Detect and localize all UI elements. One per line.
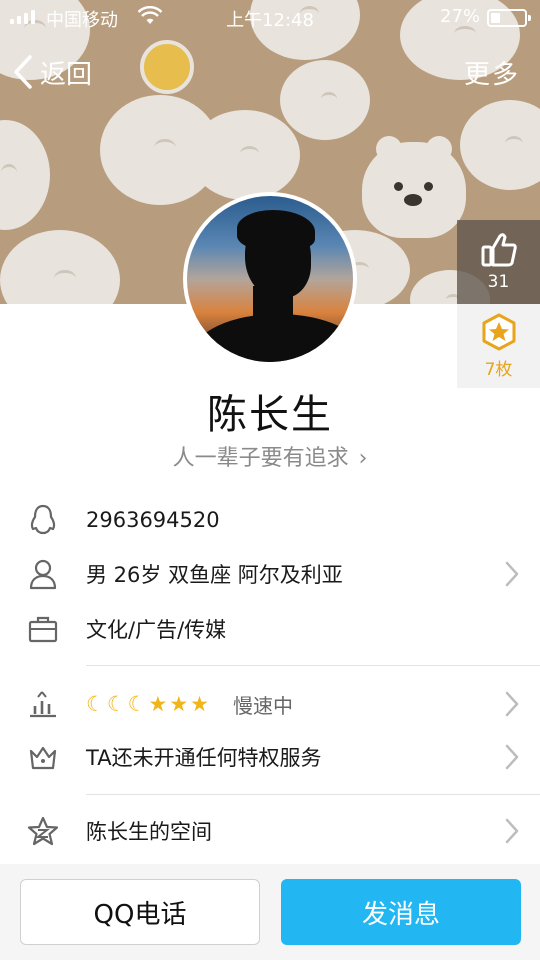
qq-call-button[interactable]: QQ电话 [20,879,260,945]
bun-decoration [0,230,120,304]
chevron-right-icon [505,818,519,844]
back-button[interactable]: 返回 [12,50,92,94]
moon-icon: ☾ [127,692,147,716]
occupation-row: 文化/广告/传媒 [0,603,540,655]
divider [86,794,540,795]
basic-info: 男 26岁 双鱼座 阿尔及利亚 [86,563,343,587]
level-row[interactable]: ☾ ☾ ☾ ★ ★ ★ 慢速中 [0,678,540,730]
privilege-row[interactable]: TA还未开通任何特权服务 [0,731,540,783]
chevron-right-icon [505,561,519,587]
gift-count: 7枚 [484,359,513,380]
battery-icon [487,9,531,27]
privilege-text: TA还未开通任何特权服务 [86,746,322,770]
crown-icon [26,740,60,774]
moon-icon: ☾ [86,692,105,716]
bear-decoration [362,136,466,238]
gift-button[interactable]: 7枚 [457,304,540,388]
bun-decoration [0,120,50,230]
bottom-action-bar: QQ电话 发消息 [0,864,540,960]
level-display: ☾ ☾ ☾ ★ ★ ★ 慢速中 [86,690,293,719]
profile-name: 陈长生 [207,392,333,438]
signature-link[interactable]: 人一辈子要有追求 › [0,440,540,472]
qq-number: 2963694520 [86,508,220,532]
bun-decoration [190,110,300,200]
basic-info-row[interactable]: 男 26岁 双鱼座 阿尔及利亚 [0,548,540,600]
level-chart-icon [26,687,60,721]
bun-decoration [460,100,540,190]
star-icon: ★ [169,692,189,716]
space-link: 陈长生的空间 [86,820,212,844]
star-icon: ★ [148,692,168,716]
space-row[interactable]: 陈长生的空间 [0,805,540,857]
person-icon [26,557,60,591]
battery-percent: 27% [440,6,481,27]
briefcase-icon [26,612,60,646]
avatar[interactable] [183,192,357,366]
qq-number-row: 2963694520 [0,494,540,546]
send-message-button[interactable]: 发消息 [281,879,521,945]
chevron-right-icon [505,744,519,770]
penguin-icon [26,503,60,537]
status-bar: 中国移动 上午12:48 27% [0,0,540,36]
thumbs-up-icon [481,233,517,267]
qzone-star-icon [26,814,60,848]
chevron-right-icon [505,691,519,717]
like-button[interactable]: 31 [457,220,540,304]
chevron-left-icon [14,55,32,89]
level-status: 慢速中 [232,693,293,718]
like-count: 31 [487,272,510,292]
divider [86,665,540,666]
moon-icon: ☾ [106,692,126,716]
star-icon: ★ [190,692,209,716]
more-button[interactable]: 更多 [464,50,520,94]
egg-decoration [140,40,194,94]
star-badge-icon [482,313,515,350]
occupation: 文化/广告/传媒 [86,618,227,642]
bun-decoration [280,60,370,140]
back-label: 返回 [40,59,93,90]
chevron-right-icon: › [358,446,368,471]
signature-text: 人一辈子要有追求 [172,446,349,471]
